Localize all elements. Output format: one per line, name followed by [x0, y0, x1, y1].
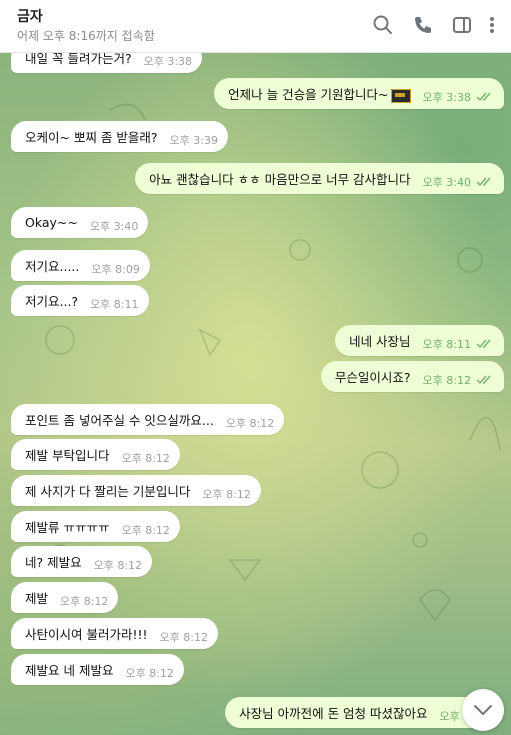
- message-bubble[interactable]: 포인트 좀 넣어주실 수 잇으실까요... 오후 8:12: [11, 404, 285, 435]
- message-bubble[interactable]: 제발요 네 제발요 오후 8:12: [11, 654, 184, 685]
- message-time: 오후 8:12: [125, 667, 174, 680]
- message-text: 오케이~ 뽀찌 좀 받을래?: [25, 130, 158, 145]
- sidebar-icon[interactable]: [451, 14, 473, 36]
- double-check-icon: [476, 177, 491, 187]
- message-time: 오후 3:39: [169, 134, 218, 147]
- double-check-icon: [476, 339, 491, 349]
- message-text: 내일 꼭 들려가는거?: [25, 52, 132, 66]
- message-bubble[interactable]: Okay~~ 오후 3:40: [11, 207, 149, 238]
- message-text: 제발류 ㅠㅠㅠㅠ: [25, 520, 110, 535]
- search-icon[interactable]: [372, 14, 394, 36]
- message-text: 네? 제발요: [25, 555, 82, 570]
- message-time: 오후 3:40: [89, 220, 139, 233]
- message-time: 오후 8:12: [121, 524, 170, 537]
- message-text: 아뇨 괜찮습니다 ㅎㅎ 마음만으로 너무 감사합니다: [149, 172, 411, 187]
- more-icon[interactable]: [486, 14, 498, 36]
- message-bubble[interactable]: 무슨일이시죠? 오후 8:12: [320, 361, 504, 392]
- message-list[interactable]: 내일 꼭 들려가는거? 오후 3:38 언제나 늘 건승을 기원합니다~ 오후 …: [0, 52, 511, 735]
- flag-icon: [390, 88, 411, 103]
- message-text: 제발요 네 제발요: [25, 663, 114, 678]
- message-bubble[interactable]: 아뇨 괜찮습니다 ㅎㅎ 마음만으로 너무 감사합니다 오후 3:40: [135, 163, 504, 194]
- message-time: 오후 8:11: [90, 298, 139, 311]
- message-text: 언제나 늘 건승을 기원합니다~: [228, 84, 411, 103]
- double-check-icon: [476, 375, 491, 385]
- message-time: 오후 8:11: [423, 336, 494, 352]
- message-bubble[interactable]: 네? 제발요 오후 8:12: [11, 546, 153, 577]
- message-text: 네네 사장님: [349, 334, 411, 349]
- message-bubble[interactable]: 네네 사장님 오후 8:11: [335, 325, 504, 356]
- chat-header: 금자 어제 오후 8:16까지 접속함: [0, 0, 511, 53]
- message-bubble[interactable]: 제발 부탁입니다 오후 8:12: [11, 439, 180, 470]
- message-text: 사장님 아까전에 돈 엄청 따셨잖아요: [239, 706, 428, 721]
- message-bubble[interactable]: 언제나 늘 건승을 기원합니다~ 오후 3:38: [214, 78, 504, 109]
- scroll-to-bottom-button[interactable]: [462, 689, 504, 731]
- message-bubble[interactable]: 사장님 아까전에 돈 엄청 따셨잖아요 오후 8:1: [225, 697, 491, 728]
- message-time: 오후 8:12: [225, 417, 275, 430]
- message-bubble[interactable]: 제 사지가 다 짤리는 기분입니다 오후 8:12: [11, 475, 261, 506]
- message-bubble[interactable]: 오케이~ 뽀찌 좀 받을래? 오후 3:39: [11, 121, 228, 152]
- message-time: 오후 8:12: [121, 452, 170, 465]
- message-bubble[interactable]: 내일 꼭 들려가는거? 오후 3:38: [11, 52, 203, 73]
- chat-title[interactable]: 금자: [17, 6, 43, 26]
- message-bubble[interactable]: 제발 오후 8:12: [11, 582, 119, 613]
- message-text: 제발: [25, 591, 49, 606]
- message-time: 오후 8:09: [91, 263, 140, 276]
- message-text: 무슨일이시죠?: [334, 370, 411, 385]
- message-text: 포인트 좀 넣어주실 수 잇으실까요...: [25, 413, 214, 428]
- last-seen-status: 어제 오후 8:16까지 접속함: [17, 29, 155, 43]
- message-bubble[interactable]: 저기요..... 오후 8:09: [11, 250, 150, 281]
- message-time: 오후 3:40: [423, 174, 494, 190]
- message-bubble[interactable]: 제발류 ㅠㅠㅠㅠ 오후 8:12: [11, 511, 180, 542]
- message-time: 오후 8:12: [159, 631, 208, 644]
- message-time: 오후 8:12: [202, 488, 251, 501]
- message-bubble[interactable]: 저기요...? 오후 8:11: [11, 285, 149, 316]
- message-time: 오후 8:12: [423, 372, 494, 388]
- message-text: 제발 부탁입니다: [25, 448, 110, 463]
- message-text: 제 사지가 다 짤리는 기분입니다: [25, 484, 191, 499]
- phone-icon[interactable]: [412, 14, 434, 36]
- message-time: 오후 3:38: [423, 89, 494, 105]
- message-text: 저기요.....: [25, 259, 80, 274]
- message-time: 오후 3:38: [143, 55, 193, 68]
- message-text: 사탄이시여 불러가라!!!: [25, 627, 148, 642]
- chevron-down-icon: [474, 705, 492, 715]
- double-check-icon: [476, 92, 491, 102]
- message-time: 오후 8:12: [93, 559, 143, 572]
- message-text: Okay~~: [25, 215, 78, 230]
- message-bubble[interactable]: 사탄이시여 불러가라!!! 오후 8:12: [11, 618, 218, 649]
- message-time: 오후 8:12: [60, 595, 109, 608]
- message-text: 저기요...?: [25, 294, 79, 309]
